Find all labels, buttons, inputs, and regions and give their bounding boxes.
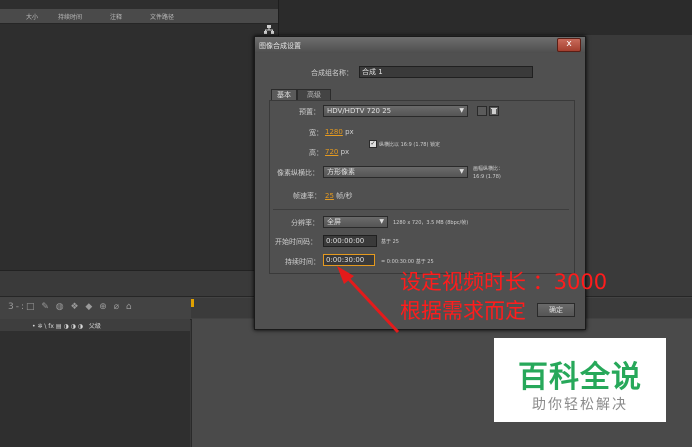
project-panel [0, 0, 279, 288]
playhead-marker[interactable] [191, 299, 194, 307]
timeline-layer-header: • ✲ \ fx ▤ ◑ ◑ ◑ 父级 [0, 319, 190, 331]
watermark-logo: 百科全说 助你轻松解决 [494, 338, 666, 422]
width-unit: px [345, 128, 354, 136]
column-comment[interactable]: 注释 [110, 12, 122, 21]
preset-value: HDV/HDTV 720 25 [327, 107, 392, 115]
preset-label: 预置： [299, 108, 320, 116]
trash-icon[interactable] [489, 106, 499, 116]
parent-column-label: 父级 [88, 323, 101, 330]
layer-switches: • ✲ \ fx ▤ ◑ ◑ ◑ 父级 [32, 321, 101, 330]
start-timecode-input[interactable]: 0:00:00:00 [323, 235, 377, 247]
annotation-line-1: 设定视频时长 ：3000 [400, 270, 608, 294]
width-value[interactable]: 1280 [325, 128, 343, 136]
save-preset-icon[interactable] [477, 106, 487, 116]
column-duration[interactable]: 持续时间 [58, 12, 82, 21]
project-column-header: 大小 持续时间 注释 文件路径 [0, 9, 278, 24]
resolution-info: 1280 x 720，3.5 MB (8bpc/帧) [393, 220, 469, 226]
pixel-aspect-select[interactable]: 方形像素 ▼ [323, 166, 468, 178]
frame-aspect-value: 16:9 (1.78) [473, 174, 501, 180]
duration-info: = 0:00:30:00 基于 25 [381, 259, 434, 265]
timeline-tool-icons[interactable]: 3-:□ ✎ ◍ ❖ ◆ ⊕ ⌀ ⌂ [8, 302, 134, 312]
lock-aspect-checkbox[interactable]: ✓ [369, 140, 377, 148]
pixel-aspect-value: 方形像素 [327, 168, 355, 176]
width-field: 1280 px [325, 128, 354, 136]
ok-button[interactable]: 确定 [537, 303, 575, 317]
tab-advanced[interactable]: 高级 [297, 89, 331, 100]
dialog-titlebar[interactable]: 图像合成设置 x [255, 37, 585, 53]
watermark-sub-text: 助你轻松解决 [532, 397, 628, 413]
start-timecode-label: 开始时间码： [275, 238, 317, 246]
duration-input[interactable]: 0:00:30:00 [323, 254, 375, 266]
timeline-layer-list [0, 331, 190, 447]
dialog-title: 图像合成设置 [259, 42, 301, 50]
network-icon[interactable] [264, 25, 274, 34]
resolution-select[interactable]: 全屏 ▼ [323, 216, 388, 228]
frame-aspect-label: 画幅纵横比： [473, 166, 504, 172]
start-timecode-base: 基于 25 [381, 239, 399, 245]
frame-rate-value[interactable]: 25 [325, 192, 334, 200]
lock-aspect-label: 纵横比以 16:9 (1.78) 锁定 [379, 142, 441, 148]
column-size[interactable]: 大小 [26, 12, 38, 21]
chevron-down-icon: ▼ [459, 107, 464, 114]
duration-label: 持续时间： [285, 258, 320, 266]
preset-select[interactable]: HDV/HDTV 720 25 ▼ [323, 105, 468, 117]
chevron-down-icon: ▼ [459, 168, 464, 175]
column-file-path[interactable]: 文件路径 [150, 12, 174, 21]
section-divider [273, 209, 569, 210]
watermark-main-text: 百科全说 [518, 360, 642, 395]
frame-rate-unit: 帧/秒 [336, 192, 353, 200]
composition-viewer [279, 0, 692, 35]
height-label: 高： [309, 149, 323, 157]
chevron-down-icon: ▼ [379, 218, 384, 225]
frame-rate-field: 25 帧/秒 [325, 191, 353, 201]
resolution-label: 分辨率： [291, 219, 319, 227]
project-panel-footer [0, 270, 278, 289]
height-value[interactable]: 720 [325, 148, 338, 156]
resolution-value: 全屏 [327, 218, 341, 226]
comp-name-label: 合成组名称： [311, 69, 353, 77]
height-unit: px [340, 148, 350, 156]
close-button[interactable]: x [557, 38, 581, 52]
frame-rate-label: 帧速率： [293, 192, 321, 200]
switches-glyphs[interactable]: • ✲ \ fx ▤ ◑ ◑ ◑ [32, 323, 83, 330]
tab-panel [269, 100, 575, 274]
width-label: 宽： [309, 129, 323, 137]
comp-name-input[interactable]: 合成 1 [359, 66, 533, 78]
annotation-line-2: 根据需求而定 [400, 299, 526, 323]
pixel-aspect-label: 像素纵横比： [277, 169, 319, 177]
height-field: 720 px [325, 148, 349, 156]
